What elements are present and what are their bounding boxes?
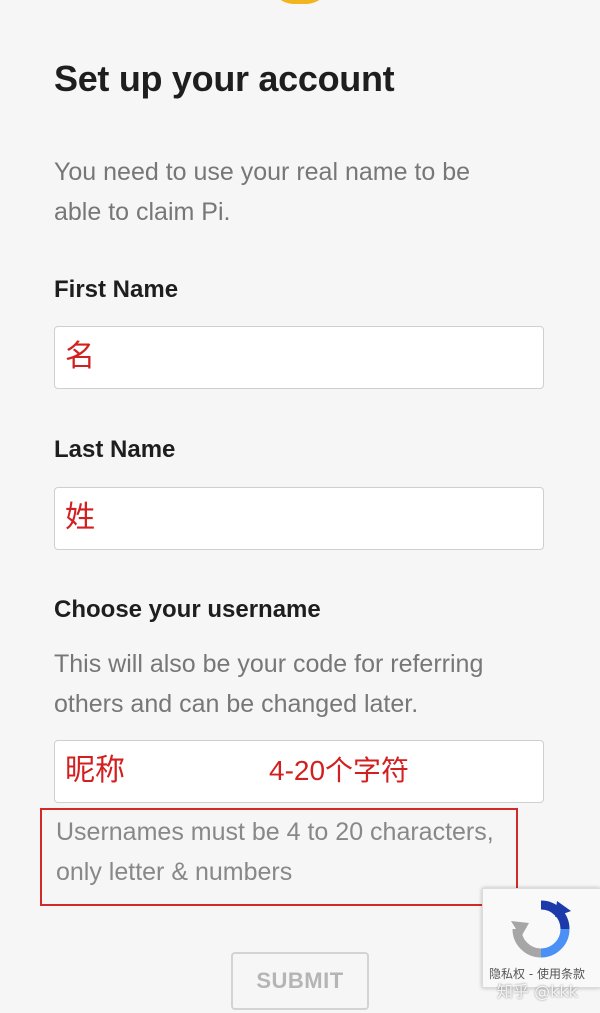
username-field[interactable]: 昵称 4-20个字符	[54, 740, 544, 803]
intro-text: You need to use your real name to be abl…	[54, 158, 471, 226]
recaptcha-icon	[511, 900, 571, 958]
page-title: Set up your account	[54, 58, 395, 99]
pi-logo	[270, 0, 330, 4]
username-length-annotation: 4-20个字符	[269, 755, 410, 786]
first-name-label: First Name	[54, 276, 179, 303]
username-rule-highlight: Usernames must be 4 to 20 characters, on…	[40, 808, 518, 906]
recaptcha-badge[interactable]: 隐私权 - 使用条款	[482, 888, 600, 988]
username-label: Choose your username	[54, 596, 321, 623]
first-name-field[interactable]: 名	[54, 326, 544, 389]
first-name-value: 名	[65, 340, 95, 373]
last-name-field[interactable]: 姓	[54, 487, 544, 550]
username-rule-text: Usernames must be 4 to 20 characters, on…	[56, 818, 494, 886]
username-value: 昵称	[65, 754, 125, 787]
last-name-label: Last Name	[54, 436, 176, 463]
submit-button[interactable]: SUBMIT	[231, 952, 369, 1010]
zhihu-watermark: 知乎 @kkk	[497, 982, 578, 1001]
last-name-value: 姓	[65, 501, 95, 534]
username-help-text: This will also be your code for referrin…	[54, 650, 484, 718]
